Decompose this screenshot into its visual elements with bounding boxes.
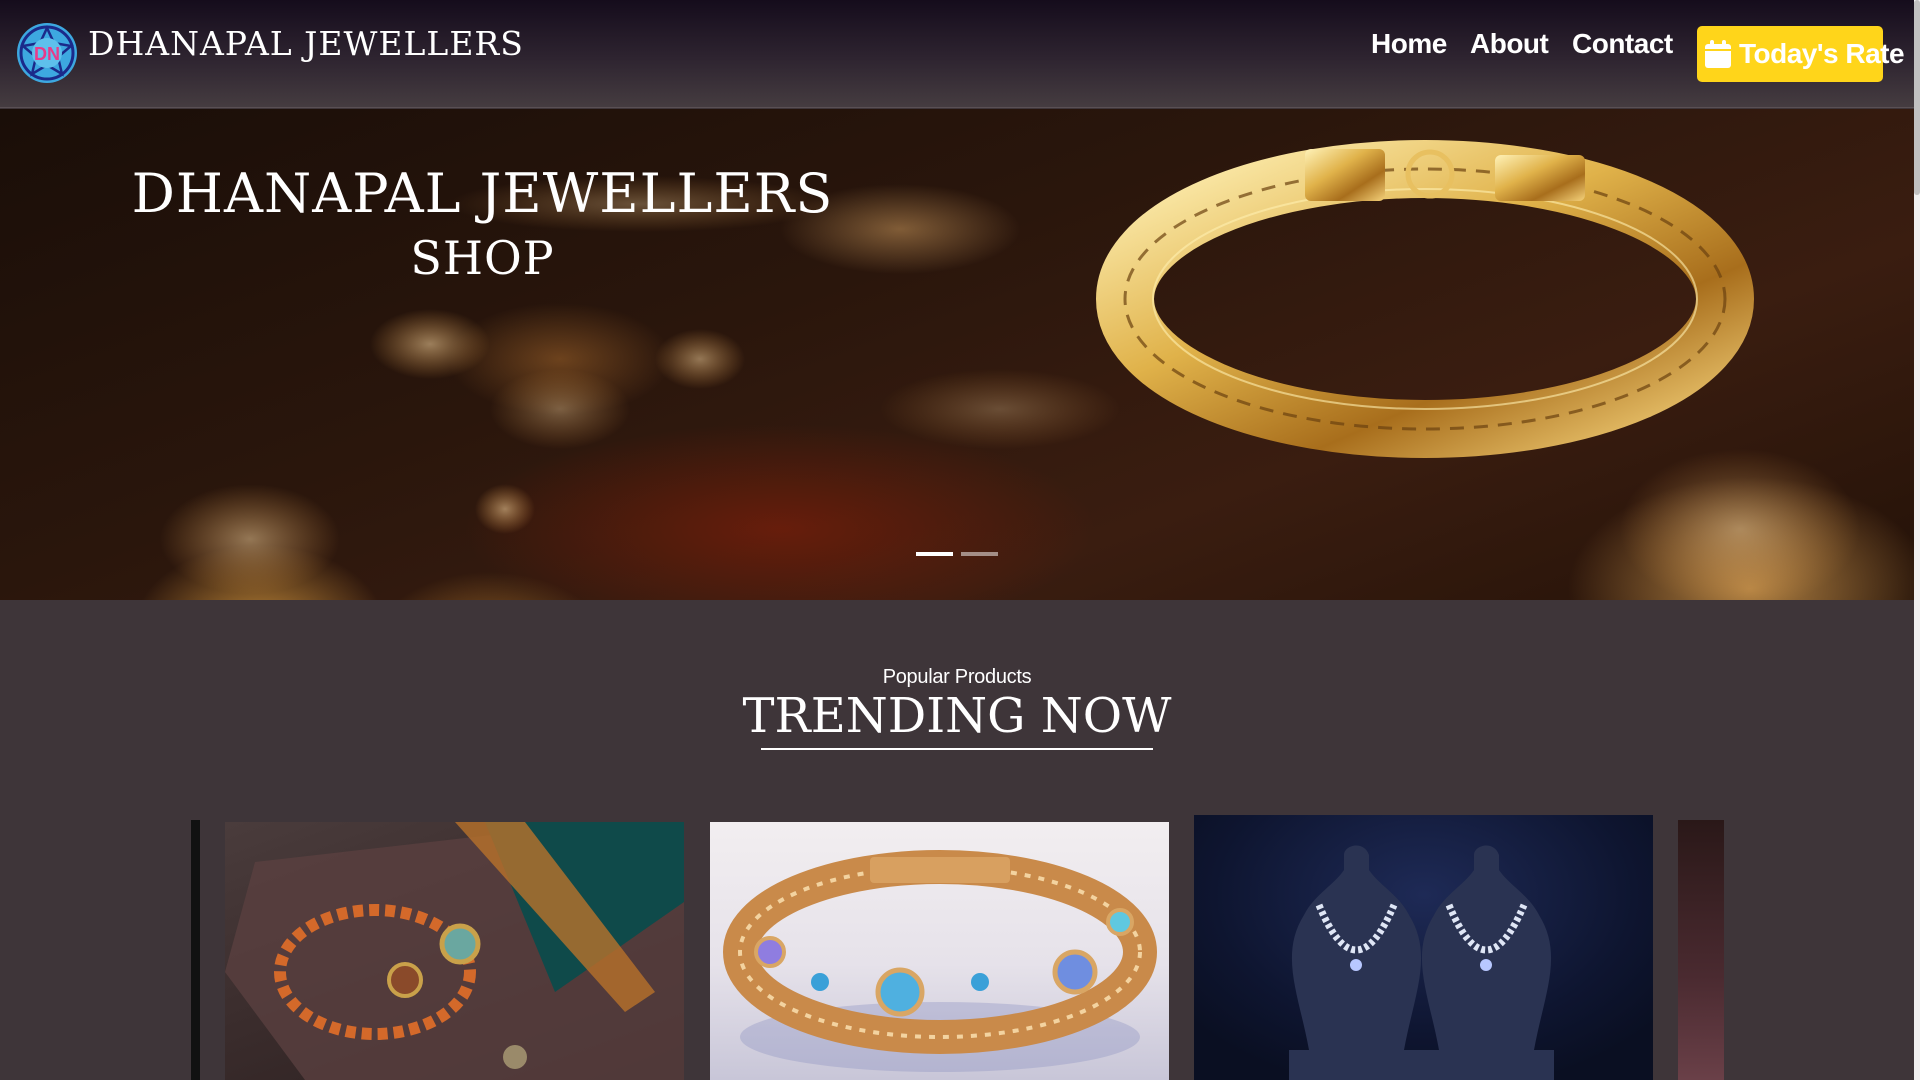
top-navbar: DN DHANAPAL JEWELLERS Home About Contact… <box>0 0 1914 108</box>
product-card-partial-right[interactable] <box>1678 820 1724 1080</box>
hero-title: DHANAPAL JEWELLERS <box>131 162 834 225</box>
section-title: TRENDING NOW <box>742 688 1172 744</box>
gemstone-bracelet-image <box>723 850 1157 1072</box>
title-underline <box>761 748 1153 750</box>
necklace-display-image <box>1289 845 1554 1080</box>
section-kicker: Popular Products <box>882 666 1032 688</box>
rudraksha-bracelet-image <box>225 822 684 1080</box>
todays-rate-label: Today's Rate <box>1739 38 1905 69</box>
product-card-1[interactable] <box>225 822 684 1080</box>
hero-carousel[interactable]: DHANAPAL JEWELLERS SHOP <box>0 109 1914 600</box>
page: DN DHANAPAL JEWELLERS Home About Contact… <box>0 0 1920 1080</box>
nav-link-home[interactable]: Home <box>1371 28 1447 60</box>
mandala-logo-icon[interactable]: DN <box>15 16 79 90</box>
carousel-indicator-2[interactable] <box>961 552 998 556</box>
carousel-indicator-1[interactable] <box>916 552 953 556</box>
hero-subtitle: SHOP <box>410 231 555 285</box>
logo-text: DN <box>34 44 60 64</box>
nav-link-about[interactable]: About <box>1470 28 1549 60</box>
product-card-partial-left[interactable] <box>191 820 200 1080</box>
brand-name[interactable]: DHANAPAL JEWELLERS <box>88 24 524 63</box>
calendar-icon <box>1704 39 1732 69</box>
product-card-2[interactable] <box>710 822 1169 1080</box>
todays-rate-button[interactable]: Today's Rate <box>1697 26 1905 82</box>
product-card-3[interactable] <box>1194 815 1653 1080</box>
gold-bracelet-image <box>1096 140 1754 458</box>
scrollbar-thumb[interactable] <box>1914 0 1920 195</box>
nav-link-contact[interactable]: Contact <box>1572 28 1673 60</box>
